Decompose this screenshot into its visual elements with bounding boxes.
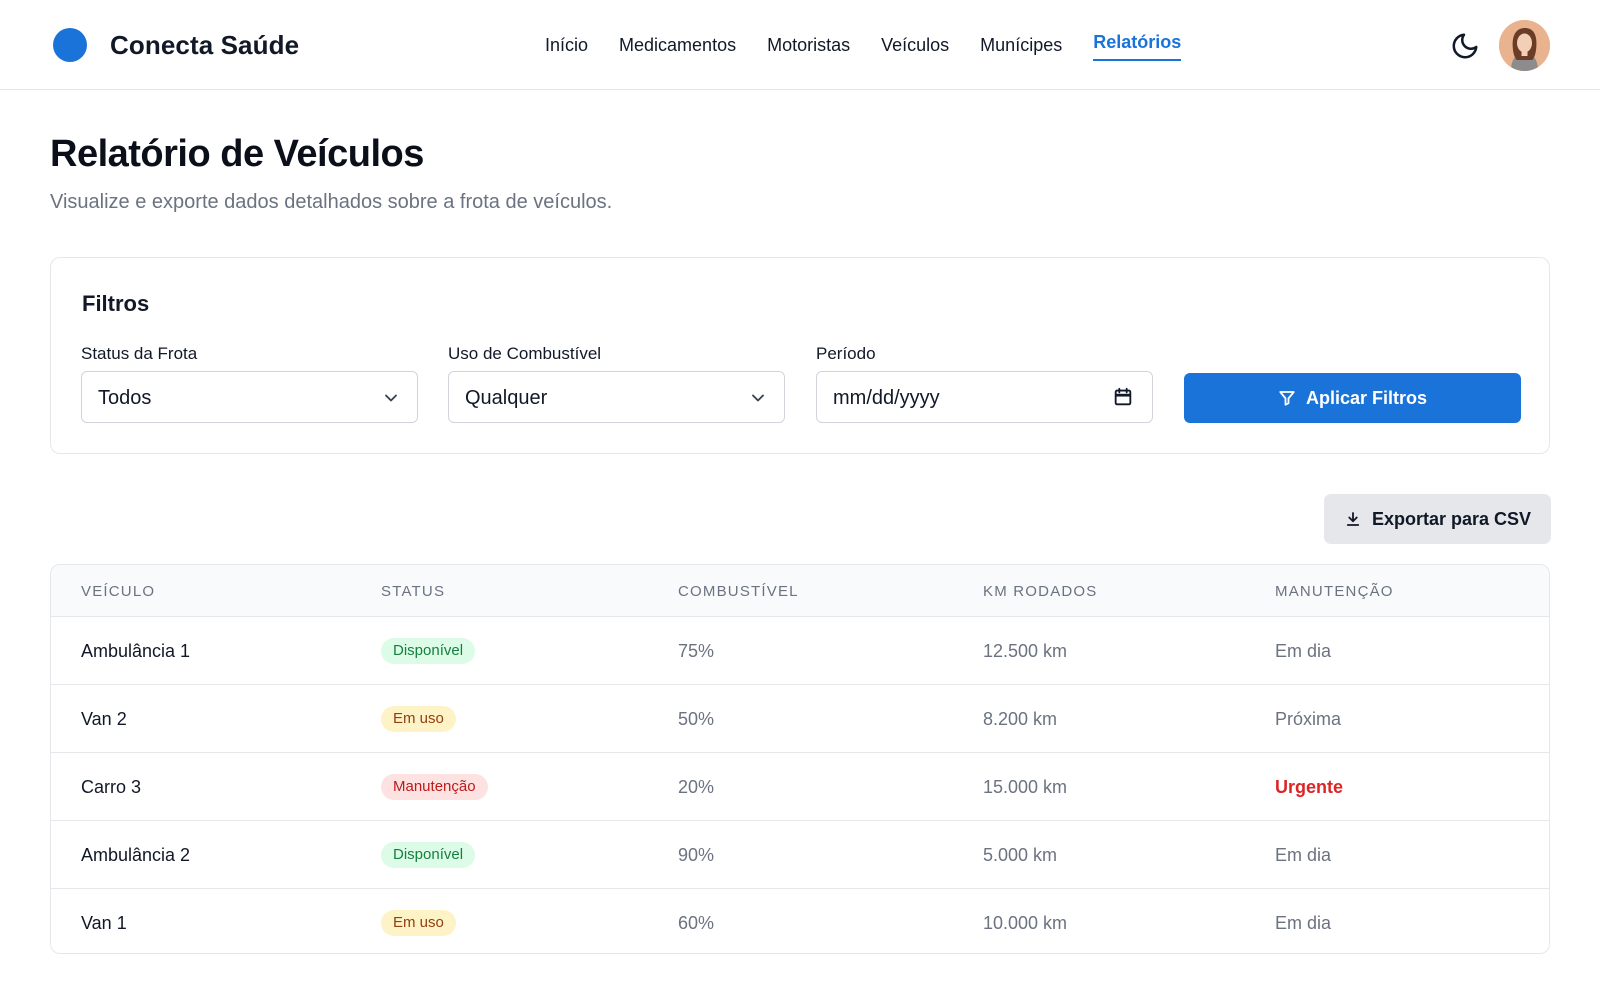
cell-maintenance: Em dia xyxy=(1275,641,1332,661)
apply-filters-label: Aplicar Filtros xyxy=(1305,387,1428,408)
table-header: Veículo Status Combustível KM Rodados Ma… xyxy=(51,565,1549,617)
brand-logo-icon[interactable] xyxy=(53,28,87,62)
brand-name[interactable]: Conecta Saúde xyxy=(110,28,299,62)
download-icon xyxy=(1346,512,1360,526)
nav-item-motoristas[interactable]: Motoristas xyxy=(767,33,850,57)
cell-fuel: 20% xyxy=(678,777,715,797)
table-row[interactable]: Ambulância 1 Disponível 75% 12.500 km Em… xyxy=(51,617,1549,685)
avatar[interactable] xyxy=(1499,20,1550,71)
column-header-fuel[interactable]: Combustível xyxy=(678,582,799,602)
export-csv-label: Exportar para CSV xyxy=(1371,508,1532,529)
cell-maintenance: Em dia xyxy=(1275,845,1332,865)
table-row[interactable]: Van 1 Em uso 60% 10.000 km Em dia xyxy=(51,889,1549,953)
cell-vehicle: Ambulância 2 xyxy=(81,845,191,865)
status-filter-value: Todos xyxy=(98,387,152,409)
cell-fuel: 75% xyxy=(678,641,715,661)
cell-maintenance: Em dia xyxy=(1275,913,1332,933)
status-badge: Disponível xyxy=(381,638,476,664)
fuel-filter-select[interactable]: Qualquer xyxy=(448,371,785,423)
nav-item-municipes[interactable]: Munícipes xyxy=(980,33,1062,57)
page-title: Relatório de Veículos xyxy=(50,133,424,175)
filters-title: Filtros xyxy=(82,291,150,316)
status-badge: Em uso xyxy=(381,706,456,732)
table-row[interactable]: Van 2 Em uso 50% 8.200 km Próxima xyxy=(51,685,1549,753)
vehicles-table: Veículo Status Combustível KM Rodados Ma… xyxy=(50,564,1550,954)
apply-filters-button[interactable]: Aplicar Filtros xyxy=(1184,373,1521,423)
nav-item-medicamentos[interactable]: Medicamentos xyxy=(619,33,736,57)
status-filter-select[interactable]: Todos xyxy=(81,371,418,423)
period-date-input[interactable]: mm/dd/yyyy xyxy=(816,371,1153,423)
cell-km: 10.000 km xyxy=(983,913,1068,933)
cell-km: 12.500 km xyxy=(983,641,1068,661)
nav-item-relatorios[interactable]: Relatórios xyxy=(1093,30,1182,61)
column-header-vehicle[interactable]: Veículo xyxy=(81,582,155,602)
filters-card: Filtros Status da Frota Todos Uso de Com… xyxy=(50,257,1550,454)
column-header-km[interactable]: KM Rodados xyxy=(983,582,1098,602)
cell-km: 5.000 km xyxy=(983,845,1058,865)
column-header-maintenance[interactable]: Manutenção xyxy=(1275,582,1394,602)
cell-maintenance-urgent: Urgente xyxy=(1275,777,1344,797)
status-filter-label: Status da Frota xyxy=(81,344,198,363)
status-badge: Manutenção xyxy=(381,774,488,800)
main-nav: Início Medicamentos Motoristas Veículos … xyxy=(545,0,1212,90)
table-row[interactable]: Ambulância 2 Disponível 90% 5.000 km Em … xyxy=(51,821,1549,889)
export-csv-button[interactable]: Exportar para CSV xyxy=(1324,494,1551,544)
cell-vehicle: Van 1 xyxy=(81,913,127,933)
cell-fuel: 90% xyxy=(678,845,715,865)
table-row[interactable]: Carro 3 Manutenção 20% 15.000 km Urgente xyxy=(51,753,1549,821)
period-date-placeholder: mm/dd/yyyy xyxy=(833,387,940,409)
nav-item-veiculos[interactable]: Veículos xyxy=(881,33,949,57)
fuel-filter-label: Uso de Combustível xyxy=(448,344,602,363)
cell-km: 8.200 km xyxy=(983,709,1058,729)
cell-vehicle: Van 2 xyxy=(81,709,127,729)
chevron-down-icon xyxy=(752,394,764,402)
cell-vehicle: Ambulância 1 xyxy=(81,641,191,661)
cell-fuel: 60% xyxy=(678,913,715,933)
cell-vehicle: Carro 3 xyxy=(81,777,142,797)
period-filter-label: Período xyxy=(816,344,876,363)
status-badge: Em uso xyxy=(381,910,456,936)
moon-icon[interactable] xyxy=(1450,31,1480,61)
top-header: Conecta Saúde Início Medicamentos Motori… xyxy=(0,0,1600,90)
cell-fuel: 50% xyxy=(678,709,715,729)
status-badge: Disponível xyxy=(381,842,476,868)
calendar-icon[interactable] xyxy=(1112,386,1134,408)
page-subtitle: Visualize e exporte dados detalhados sob… xyxy=(50,191,613,213)
cell-maintenance: Próxima xyxy=(1275,709,1342,729)
fuel-filter-value: Qualquer xyxy=(465,387,548,409)
cell-km: 15.000 km xyxy=(983,777,1068,797)
nav-item-inicio[interactable]: Início xyxy=(545,33,588,57)
filter-icon xyxy=(1279,391,1295,406)
chevron-down-icon xyxy=(385,394,397,402)
column-header-status[interactable]: Status xyxy=(381,582,445,602)
